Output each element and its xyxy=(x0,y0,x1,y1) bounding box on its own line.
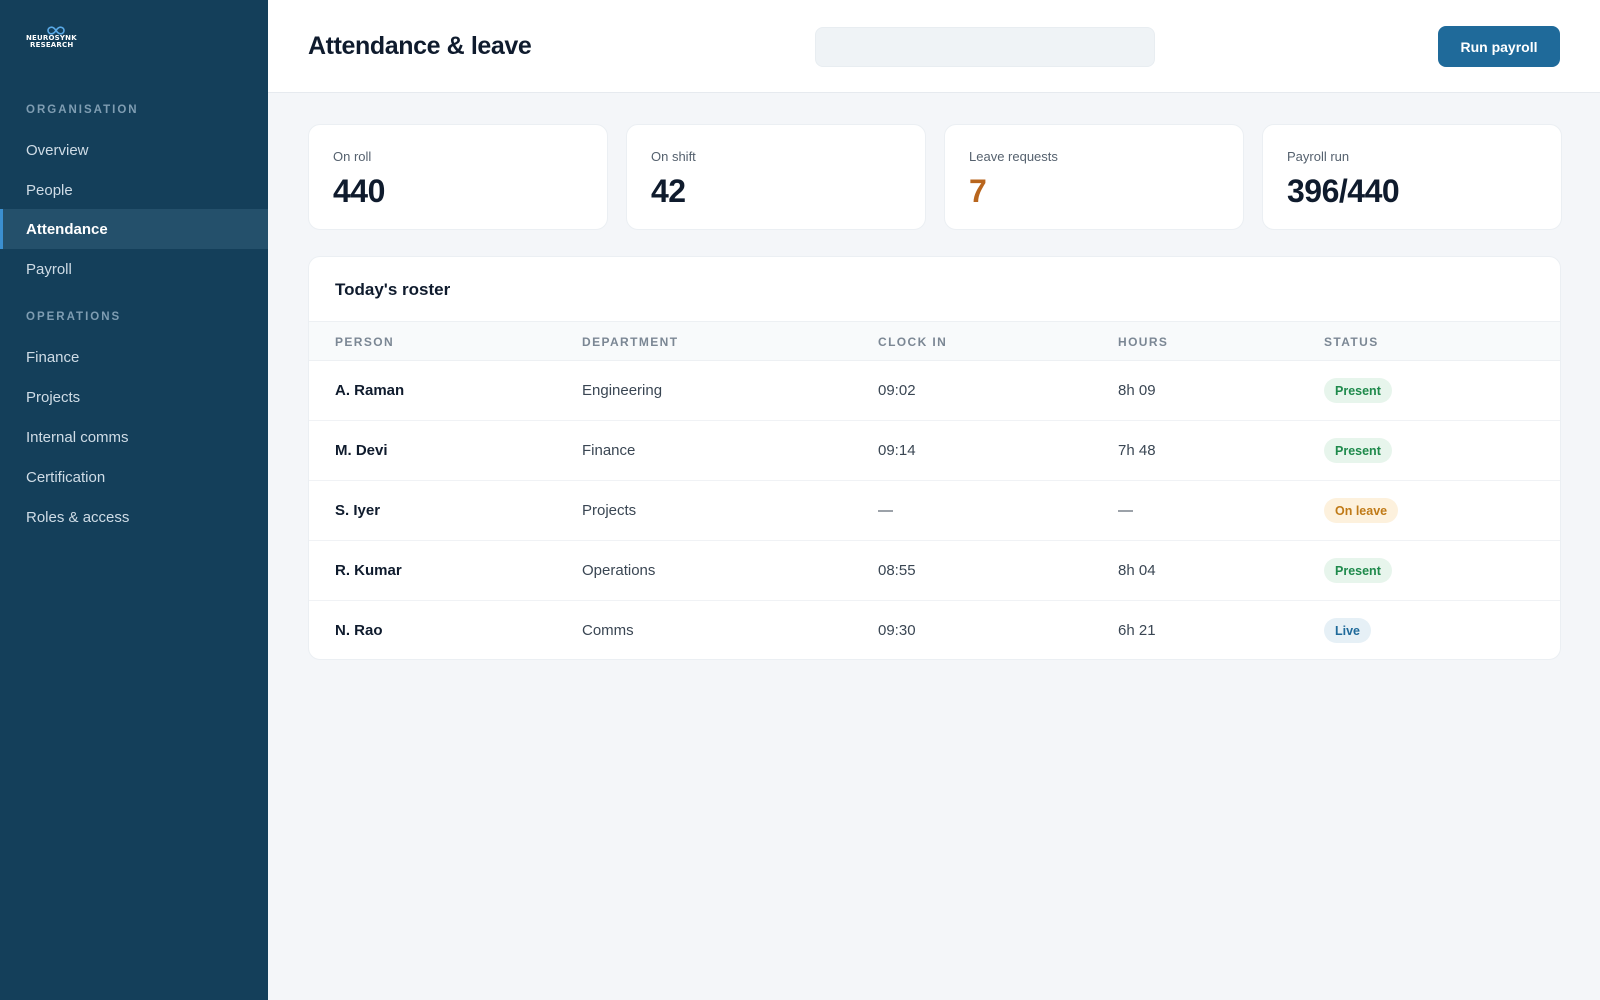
page-title: Attendance & leave xyxy=(308,32,532,60)
cell-department: Operations xyxy=(582,562,656,579)
cell-hours: 8h 04 xyxy=(1118,562,1156,579)
stat-value: 7 xyxy=(969,173,987,209)
cell-clock-in: 09:30 xyxy=(878,622,916,639)
cell-department: Projects xyxy=(582,502,637,519)
table-row[interactable]: A. Raman Engineering 09:02 8h 09 Present xyxy=(309,361,1560,421)
sidebar-item-attendance[interactable]: Attendance xyxy=(0,209,268,249)
brand-name-line2: RESEARCH xyxy=(30,41,74,49)
stat-label: On roll xyxy=(333,149,372,164)
cell-department: Engineering xyxy=(582,382,663,399)
stat-card-leave-requests[interactable]: Leave requests 7 xyxy=(944,124,1244,230)
search-input[interactable] xyxy=(815,27,1155,67)
status-badge: On leave xyxy=(1324,498,1399,523)
sidebar-item-label: Roles & access xyxy=(26,508,130,526)
cell-hours: 8h 09 xyxy=(1118,382,1156,399)
stat-value: 42 xyxy=(651,173,686,209)
sidebar-item-label: Finance xyxy=(26,348,80,366)
sidebar-item-label: People xyxy=(26,181,73,199)
cell-person: A. Raman xyxy=(335,382,405,399)
sidebar-item-roles-access[interactable]: Roles & access xyxy=(0,497,268,537)
stat-value: 440 xyxy=(333,173,385,209)
sidebar-item-label: Internal comms xyxy=(26,428,129,446)
sidebar-item-finance[interactable]: Finance xyxy=(0,337,268,377)
status-badge: Present xyxy=(1324,438,1392,463)
stat-label: Payroll run xyxy=(1287,149,1350,164)
cell-person: M. Devi xyxy=(335,442,388,459)
cell-person: S. Iyer xyxy=(335,502,381,519)
table-row[interactable]: N. Rao Comms 09:30 6h 21 Live xyxy=(309,601,1560,659)
cell-hours: — xyxy=(1118,502,1133,519)
stat-value: 396/440 xyxy=(1287,173,1400,209)
sidebar-item-projects[interactable]: Projects xyxy=(0,377,268,417)
stat-card-on-roll: On roll 440 xyxy=(308,124,608,230)
cell-clock-in: — xyxy=(878,502,893,519)
column-header-department[interactable]: DEPARTMENT xyxy=(582,335,678,349)
cell-hours: 7h 48 xyxy=(1118,442,1156,459)
stat-label: On shift xyxy=(651,149,696,164)
run-payroll-button[interactable]: Run payroll xyxy=(1438,26,1560,67)
table-row[interactable]: S. Iyer Projects — — On leave xyxy=(309,481,1560,541)
cell-department: Finance xyxy=(582,442,636,459)
table-header: PERSON DEPARTMENT CLOCK IN HOURS STATUS xyxy=(309,321,1560,361)
cell-clock-in: 08:55 xyxy=(878,562,916,579)
status-badge: Present xyxy=(1324,378,1392,403)
status-badge: Present xyxy=(1324,558,1392,583)
sidebar-item-people[interactable]: People xyxy=(0,170,268,210)
status-badge: Live xyxy=(1324,618,1372,643)
sidebar: NEUROSYNK RESEARCH ORGANISATION Overview… xyxy=(0,0,268,1000)
sidebar-item-certification[interactable]: Certification xyxy=(0,457,268,497)
roster-card: Today's roster PERSON DEPARTMENT CLOCK I… xyxy=(308,256,1561,660)
sidebar-item-label: Projects xyxy=(26,388,81,406)
brand-logo[interactable]: NEUROSYNK RESEARCH xyxy=(26,26,96,54)
table-row[interactable]: R. Kumar Operations 08:55 8h 04 Present xyxy=(309,541,1560,601)
nav-section-organisation: ORGANISATION xyxy=(26,104,139,116)
sidebar-item-label: Payroll xyxy=(26,260,72,278)
column-header-clock-in[interactable]: CLOCK IN xyxy=(878,335,947,349)
top-bar: Attendance & leave Run payroll xyxy=(268,0,1600,93)
column-header-hours[interactable]: HOURS xyxy=(1118,335,1168,349)
cell-clock-in: 09:14 xyxy=(878,442,916,459)
sidebar-item-internal-comms[interactable]: Internal comms xyxy=(0,417,268,457)
column-header-status[interactable]: STATUS xyxy=(1324,335,1379,349)
sidebar-item-label: Overview xyxy=(26,141,89,159)
cell-clock-in: 09:02 xyxy=(878,382,916,399)
roster-title: Today's roster xyxy=(335,280,451,299)
nav-section-operations: OPERATIONS xyxy=(26,311,122,323)
sidebar-item-label: Certification xyxy=(26,468,106,486)
sidebar-item-payroll[interactable]: Payroll xyxy=(0,249,268,289)
cell-person: N. Rao xyxy=(335,622,383,639)
column-header-person[interactable]: PERSON xyxy=(335,335,394,349)
stat-card-payroll-run: Payroll run 396/440 xyxy=(1262,124,1562,230)
cell-person: R. Kumar xyxy=(335,562,402,579)
cell-department: Comms xyxy=(582,622,634,639)
cell-hours: 6h 21 xyxy=(1118,622,1156,639)
sidebar-item-label: Attendance xyxy=(26,220,108,238)
sidebar-item-overview[interactable]: Overview xyxy=(0,130,268,170)
table-row[interactable]: M. Devi Finance 09:14 7h 48 Present xyxy=(309,421,1560,481)
stat-card-on-shift: On shift 42 xyxy=(626,124,926,230)
stat-label: Leave requests xyxy=(969,149,1058,164)
